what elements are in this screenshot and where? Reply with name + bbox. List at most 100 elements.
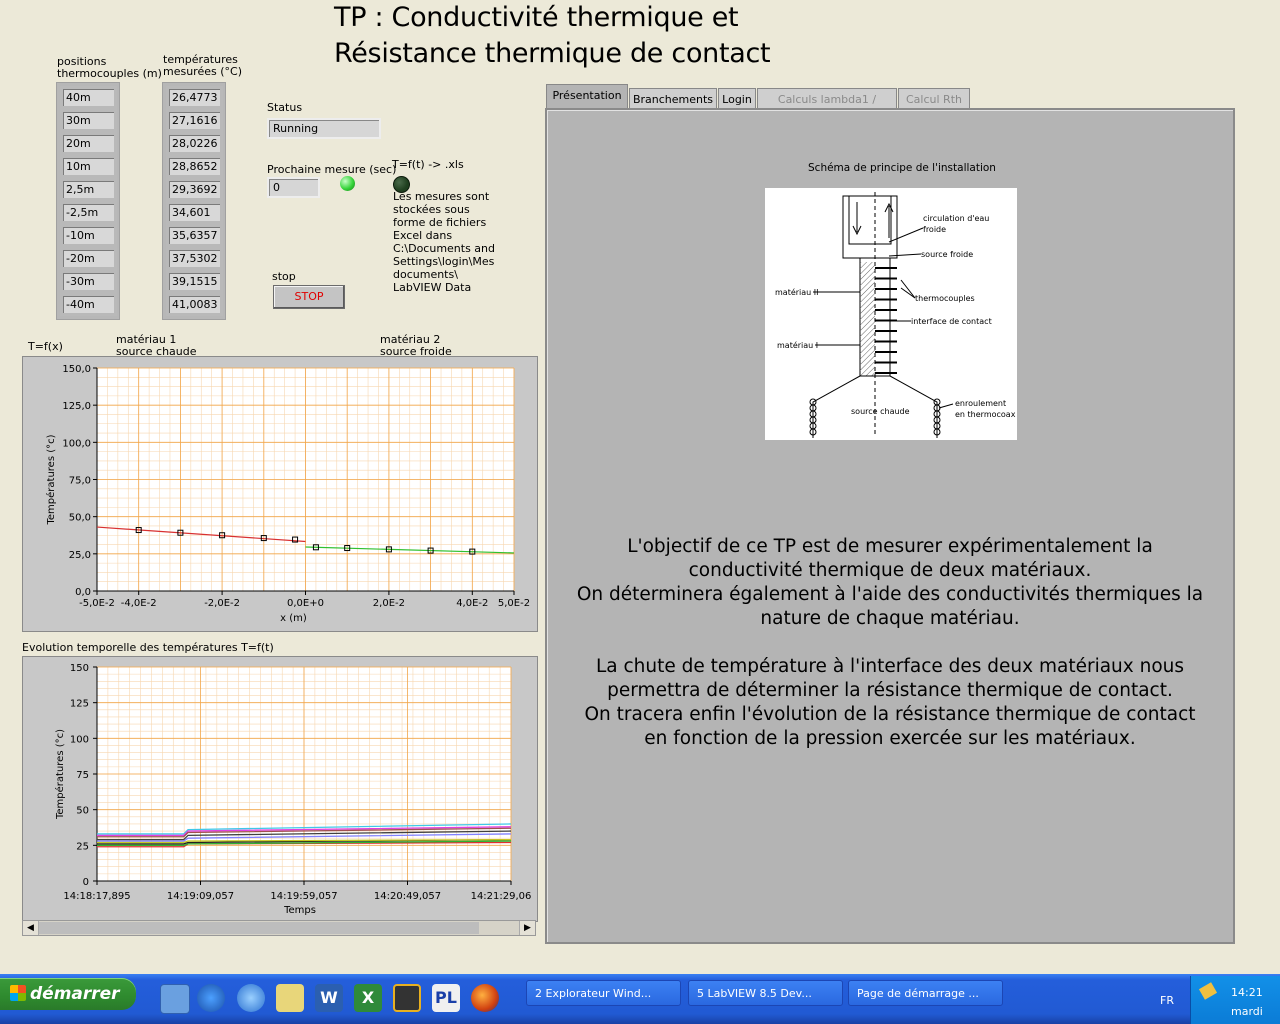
schema-source-chaude: source chaude xyxy=(851,407,910,416)
windows-logo-icon xyxy=(10,985,26,1001)
position-cell: -40m xyxy=(60,293,117,316)
title-line-1: TP : Conductivité thermique et xyxy=(334,2,739,33)
tab-calcul-rth: Calcul Rth xyxy=(898,88,970,110)
temperature-cell: 35,6357 xyxy=(166,224,223,247)
chart1-xtick: 5,0E-2 xyxy=(498,598,530,609)
stop-button[interactable]: STOP xyxy=(273,285,345,309)
media-player-icon[interactable] xyxy=(197,984,225,1012)
temperature-cell: 37,5302 xyxy=(166,247,223,270)
schema-enroul1: enroulement xyxy=(955,399,1006,408)
tab-calculs-lambda1-lambda2: Calculs lambda1 / lambda2 xyxy=(757,88,897,128)
xls-label: T=f(t) -> .xls xyxy=(392,158,464,171)
tab-login[interactable]: Login xyxy=(718,88,756,110)
task-label: Page de démarrage ... xyxy=(857,987,979,1000)
position-cell: -30m xyxy=(60,270,117,293)
chart2-ytick: 25 xyxy=(76,841,89,852)
tab-branchements[interactable]: Branchements xyxy=(629,88,717,110)
firefox-icon[interactable] xyxy=(471,984,499,1012)
temperature-cell: 26,4773 xyxy=(166,86,223,109)
tab-pr-sentation[interactable]: Présentation xyxy=(546,84,628,111)
clock-day: mardi xyxy=(1231,1005,1263,1018)
pl-app-icon[interactable]: PL xyxy=(432,984,460,1012)
page-title: TP : Conductivité thermique et Résistanc… xyxy=(334,0,771,72)
status-label: Status xyxy=(267,101,303,114)
task-label: 5 LabVIEW 8.5 Dev... xyxy=(697,987,812,1000)
chart2-frame: 150 125 100 75 50 25 0 14:18:17,895 14:19:09,057… xyxy=(22,656,538,922)
position-cell: 10m xyxy=(60,155,117,178)
temperature-cell: 39,1515 xyxy=(166,270,223,293)
chart2-xtick: 14:20:49,057 xyxy=(374,891,441,902)
chart1-ytick: 150,0 xyxy=(62,364,91,375)
chart1-xtick: -5,0E-2 xyxy=(79,598,115,609)
scroll-thumb[interactable] xyxy=(39,922,479,934)
chart1-ytick: 125,0 xyxy=(62,401,91,412)
tx-chart: 150,0 125,0 100,0 75,0 50,0 25,0 0,0-5,0E-2 -4,… xyxy=(45,364,530,624)
desktop-icon[interactable] xyxy=(160,984,190,1014)
word-icon[interactable]: W xyxy=(315,984,343,1012)
position-cell: -20m xyxy=(60,247,117,270)
movie-maker-icon[interactable] xyxy=(393,984,421,1012)
chart1-mat1-label: matériau 1 source chaude xyxy=(116,333,197,358)
position-cell: 30m xyxy=(60,109,117,132)
search-icon[interactable] xyxy=(276,984,304,1012)
chart2-ytick: 50 xyxy=(76,806,89,817)
schema-image: circulation d'eau froide source froide m… xyxy=(765,188,1017,440)
chart2-xtick: 14:21:29,06 xyxy=(471,891,532,902)
temperature-cell: 27,1616 xyxy=(166,109,223,132)
chart2-scrollbar[interactable]: ◀ ▶ xyxy=(22,920,536,936)
chart1-ytick: 100,0 xyxy=(62,438,91,449)
chart1-ytick: 0,0 xyxy=(75,587,91,598)
chart2-xtick: 14:19:59,057 xyxy=(270,891,337,902)
schema-circ1: circulation d'eau xyxy=(923,214,989,223)
schema-circ2: froide xyxy=(923,225,946,234)
position-cell: -10m xyxy=(60,224,117,247)
positions-label: positions thermocouples (m) xyxy=(57,55,162,80)
position-cell: 40m xyxy=(60,86,117,109)
chart2-ytick: 0 xyxy=(83,877,89,888)
temperature-cell: 28,0226 xyxy=(166,132,223,155)
prochaine-indicator: 0 xyxy=(267,177,320,198)
temperature-cell: 29,3692 xyxy=(166,178,223,201)
clock-time[interactable]: 14:21 xyxy=(1231,986,1263,999)
chart1-xtick: -2,0E-2 xyxy=(204,598,240,609)
schema-drawing: circulation d'eau froide source froide m… xyxy=(775,192,1016,438)
temperature-cell: 41,0083 xyxy=(166,293,223,316)
chart1-mat2-label: matériau 2 source froide xyxy=(380,333,452,358)
chart1-xtick: 4,0E-2 xyxy=(456,598,488,609)
chart2-label: Evolution temporelle des températures T=… xyxy=(22,641,274,654)
language-indicator[interactable]: FR xyxy=(1160,994,1174,1007)
start-button[interactable]: démarrer xyxy=(0,978,136,1010)
chart2-ytick: 100 xyxy=(70,734,89,745)
objective-text: L'objectif de ce TP est de mesurer expér… xyxy=(576,536,1204,749)
chart2-xtick: 14:18:17,895 xyxy=(63,891,130,902)
system-tray: 14:21 mardi xyxy=(1190,976,1280,1024)
start-label: démarrer xyxy=(30,984,120,1004)
chart1-xtick: -4,0E-2 xyxy=(121,598,157,609)
task-labview[interactable]: 5 LabVIEW 8.5 Dev... xyxy=(688,980,843,1006)
pen-icon[interactable] xyxy=(1198,982,1218,1000)
position-cell: -2,5m xyxy=(60,201,117,224)
chart1-ytick: 50,0 xyxy=(69,513,91,524)
internet-explorer-icon[interactable] xyxy=(237,984,265,1012)
task-browser[interactable]: Page de démarrage ... xyxy=(848,980,1003,1006)
task-explorer[interactable]: 2 Explorateur Wind... xyxy=(526,980,681,1006)
chart2-xtick: 14:19:09,057 xyxy=(167,891,234,902)
task-label: 2 Explorateur Wind... xyxy=(535,987,652,1000)
chart1-frame: 150,0 125,0 100,0 75,0 50,0 25,0 0,0 -5,0E-2 -4,… xyxy=(22,356,538,632)
scroll-right-icon[interactable]: ▶ xyxy=(519,921,535,935)
status-indicator: Running xyxy=(267,118,381,139)
schema-interface: interface de contact xyxy=(911,317,992,326)
chart2-ytick: 75 xyxy=(76,770,89,781)
tt-chart: 150 125 100 75 50 25 0 14:18:17,895 14:19:09,057… xyxy=(54,663,532,916)
scroll-left-icon[interactable]: ◀ xyxy=(23,921,39,935)
chart1-ytick: 25,0 xyxy=(69,550,91,561)
schema-enroul2: en thermocoax xyxy=(955,410,1016,419)
schema-source-froide: source froide xyxy=(921,250,973,259)
prochaine-label: Prochaine mesure (sec) xyxy=(267,163,397,176)
schema-thermo: thermocouples xyxy=(915,294,975,303)
excel-icon[interactable]: X xyxy=(354,984,382,1012)
chart1-ytick: 75,0 xyxy=(69,476,91,487)
chart1-xtick: 0,0E+0 xyxy=(287,598,324,609)
position-cell: 2,5m xyxy=(60,178,117,201)
temperature-cell: 28,8652 xyxy=(166,155,223,178)
